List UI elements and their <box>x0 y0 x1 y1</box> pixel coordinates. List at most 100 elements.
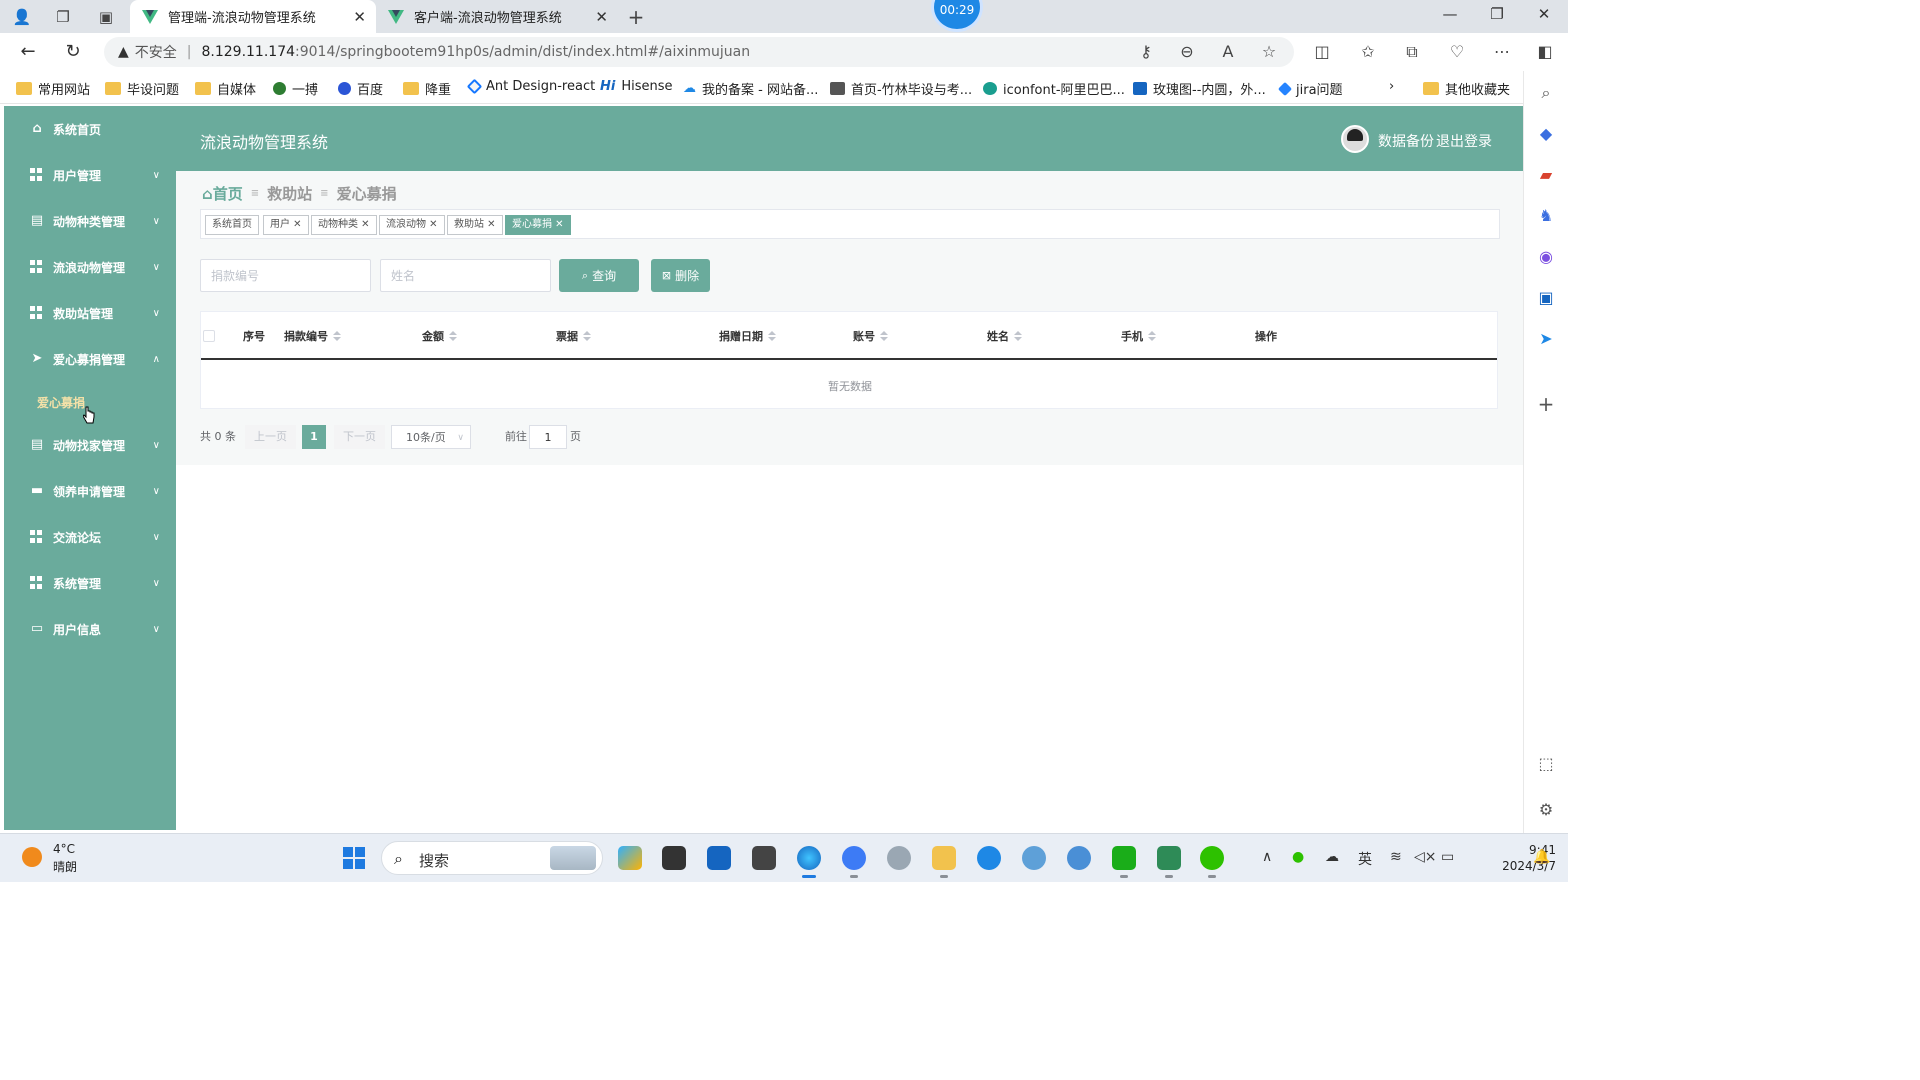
wechat-icon[interactable] <box>1200 846 1224 878</box>
performance-icon[interactable]: ♡ <box>1445 42 1469 61</box>
sidebar-item-user-info[interactable]: ▭ 用户信息 ∨ <box>4 614 176 644</box>
tab-client[interactable]: 客户端-流浪动物管理系统 ✕ <box>376 0 618 33</box>
column-header[interactable]: 捐款编号 <box>284 328 341 344</box>
close-icon[interactable]: ✕ <box>353 8 366 26</box>
chevron-right-icon[interactable]: › <box>1389 79 1394 94</box>
url-field[interactable]: ▲ 不安全 | 8.129.11.174 :9014/springbootem9… <box>104 37 1294 67</box>
more-icon[interactable]: ⋯ <box>1490 42 1514 61</box>
avatar[interactable] <box>1341 125 1369 153</box>
sidebar-item-home[interactable]: ⌂ 系统首页 <box>4 114 176 144</box>
chess-icon[interactable]: ♞ <box>1536 206 1556 226</box>
tag-stray-animals[interactable]: 流浪动物 ✕ <box>379 215 445 235</box>
terminal-app-icon[interactable] <box>752 846 776 870</box>
column-header[interactable]: 金额 <box>422 328 457 344</box>
cloud-icon[interactable]: ☁ <box>1325 849 1339 865</box>
file-explorer-icon[interactable] <box>932 846 956 878</box>
sort-icon[interactable] <box>583 331 591 341</box>
app-icon[interactable] <box>1157 846 1181 878</box>
battery-icon[interactable]: ▭ <box>1441 849 1454 865</box>
favorites-icon[interactable]: ✩ <box>1356 42 1380 61</box>
close-icon[interactable]: ✕ <box>595 8 608 26</box>
notification-bell-icon[interactable]: 🔔 <box>1533 849 1550 865</box>
sidebar-item-users[interactable]: 用户管理 ∨ <box>4 160 176 190</box>
goto-page-input[interactable]: 1 <box>529 425 567 449</box>
key-icon[interactable]: ⚷ <box>1134 42 1158 61</box>
page-number[interactable]: 1 <box>302 425 326 449</box>
sort-icon[interactable] <box>768 331 776 341</box>
start-windows-icon[interactable] <box>343 847 365 869</box>
sidebar-item-stray-animals[interactable]: 流浪动物管理 ∨ <box>4 252 176 282</box>
tag-rescue-stations[interactable]: 救助站 ✕ <box>447 215 503 235</box>
close-icon[interactable]: ✕ <box>484 219 495 230</box>
wechat-tray-icon[interactable]: ● <box>1292 849 1304 865</box>
bookmark-item[interactable]: jira问题 <box>1277 79 1343 98</box>
select-all-checkbox[interactable] <box>203 330 215 342</box>
tag-animal-types[interactable]: 动物种类 ✕ <box>311 215 377 235</box>
donation-no-input[interactable] <box>200 259 371 292</box>
bookmark-item[interactable]: Hi Hisense <box>600 79 673 94</box>
workspaces-icon[interactable]: ❐ <box>52 6 74 28</box>
sort-icon[interactable] <box>449 331 457 341</box>
column-header[interactable]: 手机 <box>1121 328 1156 344</box>
name-input[interactable] <box>380 259 551 292</box>
column-header[interactable]: 捐赠日期 <box>719 328 776 344</box>
logout-link[interactable]: 退出登录 <box>1436 131 1492 151</box>
breadcrumb-item[interactable]: 首页 <box>213 183 243 204</box>
column-header[interactable]: 账号 <box>853 328 888 344</box>
bookmark-item[interactable]: 一搏 <box>273 79 318 98</box>
ime-indicator[interactable]: 英 <box>1358 849 1372 869</box>
volume-mute-icon[interactable]: ◁× <box>1414 849 1437 865</box>
tab-admin[interactable]: 管理端-流浪动物管理系统 ✕ <box>130 0 376 33</box>
bookmark-item[interactable]: 首页-竹林毕设与考... <box>830 79 972 98</box>
bookmark-item[interactable]: 常用网站 <box>16 79 90 98</box>
outlook-icon[interactable]: ▣ <box>1536 288 1556 308</box>
profile-icon[interactable]: 👤 <box>11 6 33 28</box>
sidebar-item-animal-types[interactable]: ▤ 动物种类管理 ∨ <box>4 206 176 236</box>
tab-actions-icon[interactable]: ▣ <box>95 6 117 28</box>
sort-icon[interactable] <box>333 331 341 341</box>
restore-icon[interactable]: ❐ <box>1482 5 1512 23</box>
tag-donations[interactable]: 爱心募捐 ✕ <box>505 215 571 235</box>
close-icon[interactable]: ✕ <box>426 219 437 230</box>
app-icon[interactable] <box>1022 846 1046 870</box>
sidebar-item-rescue-stations[interactable]: 救助站管理 ∨ <box>4 298 176 328</box>
send-icon[interactable]: ➤ <box>1536 329 1556 349</box>
sidebar-item-system[interactable]: 系统管理 ∨ <box>4 568 176 598</box>
store-icon[interactable] <box>707 846 731 870</box>
bookmark-item[interactable]: 玫瑰图--内圆，外... <box>1133 79 1266 98</box>
add-icon[interactable]: + <box>1536 394 1556 414</box>
close-icon[interactable]: ✕ <box>552 219 563 230</box>
edge-browser-icon[interactable] <box>797 846 821 878</box>
bookmark-item[interactable]: iconfont-阿里巴巴... <box>983 79 1125 98</box>
task-view-icon[interactable] <box>662 846 686 870</box>
delete-button[interactable]: ⊠ 删除 <box>651 259 710 292</box>
bookmark-item[interactable]: 百度 <box>338 79 383 98</box>
page-size-select[interactable]: 10条/页 ∨ <box>391 425 471 449</box>
copilot-icon[interactable]: ◉ <box>1536 247 1556 267</box>
next-page-button[interactable]: 下一页 <box>334 425 385 449</box>
split-screen-icon[interactable]: ◫ <box>1310 42 1334 61</box>
sort-icon[interactable] <box>880 331 888 341</box>
back-icon[interactable]: ← <box>16 41 40 63</box>
collections-icon[interactable]: ⧉ <box>1400 42 1424 62</box>
sidebar-item-adoption-requests[interactable]: ▬ 领养申请管理 ∨ <box>4 476 176 506</box>
column-header[interactable]: 姓名 <box>987 328 1022 344</box>
search-icon[interactable]: ⌕ <box>1536 83 1556 103</box>
minimize-icon[interactable]: — <box>1435 5 1465 23</box>
column-header[interactable]: 票据 <box>556 328 591 344</box>
copilot-app-icon[interactable] <box>618 846 642 870</box>
zoom-icon[interactable]: ⊖ <box>1175 42 1199 61</box>
sidebar-subitem-donation[interactable]: 爱心募捐 <box>37 394 85 411</box>
wifi-icon[interactable]: ≋ <box>1390 849 1402 865</box>
chrome-icon[interactable] <box>1067 846 1091 870</box>
bookmark-item[interactable]: 毕设问题 <box>105 79 179 98</box>
chevron-up-icon[interactable]: ∧ <box>1262 849 1272 865</box>
weather-sun-icon[interactable] <box>22 847 42 867</box>
prev-page-button[interactable]: 上一页 <box>245 425 296 449</box>
sort-icon[interactable] <box>1014 331 1022 341</box>
new-tab-icon[interactable]: + <box>625 6 647 28</box>
backup-link[interactable]: 数据备份 <box>1378 131 1434 151</box>
sidebar-item-adoption-home[interactable]: ▤ 动物找家管理 ∨ <box>4 430 176 460</box>
tag-home[interactable]: 系统首页 <box>205 215 259 235</box>
settings-gear-icon[interactable]: ⚙ <box>1536 800 1556 820</box>
